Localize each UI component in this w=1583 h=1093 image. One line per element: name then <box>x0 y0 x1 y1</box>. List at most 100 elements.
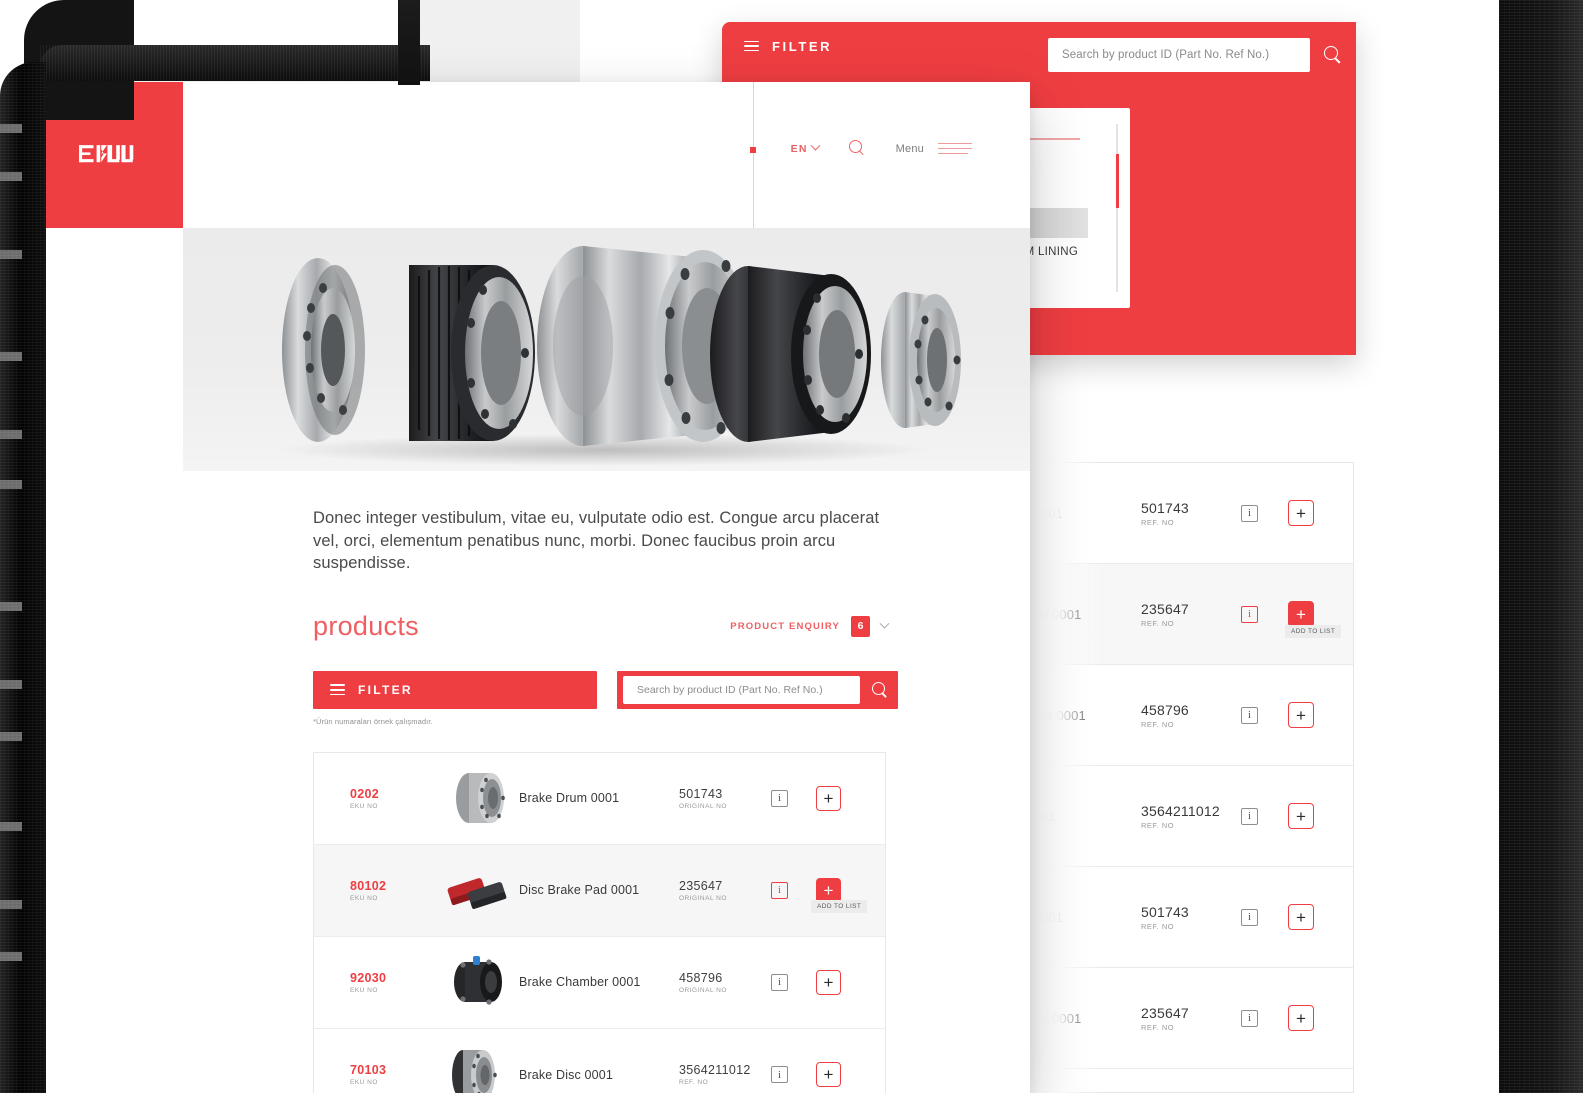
eku-number-value: 92030 <box>350 970 387 985</box>
product-row-actions: i + <box>771 1062 841 1088</box>
header-divider <box>753 82 754 228</box>
background-add-to-list-button: + <box>1288 904 1314 930</box>
hero-image <box>183 228 1030 471</box>
add-to-list-button[interactable]: + <box>816 969 841 995</box>
chevron-down-icon <box>810 140 821 151</box>
filter-panel-left-card: UM LINING <box>978 108 1130 308</box>
eku-number-value: 0202 <box>350 786 380 801</box>
add-to-list-button[interactable]: + <box>816 785 841 811</box>
background-ref-number: 235647 REF. NO <box>1141 1005 1233 1032</box>
chevron-down-icon <box>879 618 890 629</box>
product-info-button[interactable]: i <box>771 881 788 899</box>
add-to-list-button[interactable]: + <box>816 1062 841 1088</box>
left-card-scrollbar-thumb[interactable] <box>1115 154 1119 208</box>
product-eku-number: 92030 EKU NO <box>350 971 437 994</box>
background-row-actions: i + <box>1241 702 1314 728</box>
search-icon[interactable] <box>1324 46 1342 64</box>
original-number-value: 501743 <box>679 786 723 801</box>
table-row[interactable]: 80102 EKU NO Disc Brake Pad 0001 235647 ORIG… <box>314 844 885 937</box>
background-product-name: d 0001 <box>1041 606 1082 622</box>
product-thumbnail-image <box>456 773 505 824</box>
eku-number-label: EKU NO <box>350 1079 378 1087</box>
frame-left-edge <box>0 62 46 1093</box>
background-table-row: d 0001 235647 REF. NO i + <box>1031 968 1353 1069</box>
background-ref-value: 235647 <box>1141 600 1189 617</box>
background-add-to-list-button: + <box>1288 1005 1314 1031</box>
background-info-button: i <box>1241 1009 1258 1027</box>
filter-button[interactable]: FILTER <box>313 670 597 709</box>
table-row[interactable]: 92030 EKU NO Brake Chamber 0001 458796 ORIGI… <box>314 937 885 1029</box>
background-ref-label: REF. NO <box>1141 921 1175 931</box>
products-toolbar: FILTER <box>313 670 1030 709</box>
search-icon[interactable] <box>872 681 888 698</box>
frame-top-bar <box>40 45 430 81</box>
background-row-actions: i + <box>1241 1005 1314 1031</box>
search-icon[interactable] <box>848 140 866 157</box>
background-table-row: d 0001 235647 REF. NO i + ADD TO LIST <box>1031 564 1353 665</box>
original-number-label: ORIGINAL NO <box>679 986 727 994</box>
product-original-number: 3564211012 REF. NO <box>679 1063 771 1086</box>
filter-panel-label: FILTER <box>772 38 833 54</box>
product-eku-number: 70103 EKU NO <box>350 1063 437 1086</box>
background-ref-value: 235647 <box>1141 1004 1189 1021</box>
product-enquiry-label: PRODUCT ENQUIRY <box>730 620 840 632</box>
background-ref-number: 235647 REF. NO <box>1141 601 1233 628</box>
background-row-actions: i + <box>1241 904 1314 930</box>
search-input[interactable] <box>623 675 860 704</box>
hamburger-icon <box>938 142 972 155</box>
product-name: Brake Chamber 0001 <box>519 975 641 990</box>
product-row-actions: i + <box>771 785 841 811</box>
header-nav: EN Menu <box>791 140 972 157</box>
original-number-value: 3564211012 <box>679 1063 751 1078</box>
left-card-scrollbar-track[interactable] <box>1116 124 1118 292</box>
background-ref-value: 501743 <box>1141 903 1189 920</box>
background-product-name: 001 <box>1041 909 1063 925</box>
filter-panel-search[interactable]: Search by product ID (Part No. Ref No.) <box>1048 30 1348 80</box>
background-info-button: i <box>1241 807 1258 825</box>
background-add-to-list-tooltip: ADD TO LIST <box>1285 625 1342 638</box>
background-ref-label: REF. NO <box>1141 820 1175 830</box>
background-info-button: i <box>1241 504 1258 522</box>
add-to-list-tooltip: ADD TO LIST <box>811 899 868 913</box>
filter-panel-search-input[interactable]: Search by product ID (Part No. Ref No.) <box>1048 38 1310 72</box>
table-row[interactable]: 0202 EKU NO Brake Drum 0001 501743 ORIGINAL … <box>314 753 885 845</box>
hero-brake-parts-illustration <box>273 246 961 466</box>
product-enquiry-control[interactable]: PRODUCT ENQUIRY 6 <box>730 615 890 642</box>
menu-label: Menu <box>895 142 924 155</box>
product-thumbnail <box>437 954 519 1010</box>
page-description: Donec integer vestibulum, vitae eu, vulp… <box>313 509 880 573</box>
background-ref-number: 501743 REF. NO <box>1141 500 1233 527</box>
screenshot-stage: 001 501743 REF. NO i + d 0001 235647 REF. NO i + A… <box>0 0 1583 1093</box>
table-row[interactable]: 70103 EKU NO Brake Disc 0001 3564211012 REF.… <box>314 1029 885 1093</box>
product-info-button[interactable]: i <box>771 1066 788 1084</box>
filter-panel-toggle[interactable]: FILTER <box>722 22 1034 70</box>
background-product-name: 001 <box>1041 505 1063 521</box>
product-info-button[interactable]: i <box>771 789 788 807</box>
filter-hamburger-icon <box>330 684 345 696</box>
background-ref-number: 501743 REF. NO <box>1141 904 1233 931</box>
product-thumbnail <box>437 862 519 918</box>
eku-number-label: EKU NO <box>350 986 378 994</box>
background-product-table: 001 501743 REF. NO i + d 0001 235647 REF. NO i + A… <box>1030 462 1354 1093</box>
background-ref-value: 501743 <box>1141 499 1189 516</box>
product-enquiry-count-badge: 6 <box>851 615 870 637</box>
background-product-name: d 0001 <box>1041 1010 1082 1026</box>
original-number-label: ORIGINAL NO <box>679 802 727 810</box>
main-body: Donec integer vestibulum, vitae eu, vulp… <box>34 471 1030 1093</box>
background-table-row: 01 3564211012 REF. NO i + <box>1031 766 1353 867</box>
background-ref-number: 458796 REF. NO <box>1141 702 1233 729</box>
background-row-actions: i + ADD TO LIST <box>1241 601 1342 638</box>
language-selector[interactable]: EN <box>791 140 821 155</box>
product-original-number: 501743 ORIGINAL NO <box>679 787 771 810</box>
products-note: *Ürün numaraları örnek çalışmadır. <box>313 716 433 726</box>
eku-number-label: EKU NO <box>350 802 378 810</box>
background-product-name: er 0001 <box>1041 707 1086 723</box>
product-thumbnail <box>437 1047 519 1093</box>
product-info-button[interactable]: i <box>771 973 788 991</box>
original-number-value: 458796 <box>679 970 723 985</box>
product-thumbnail <box>437 770 519 826</box>
menu-button[interactable]: Menu <box>896 143 972 155</box>
frame-vertical-connector <box>398 0 420 85</box>
product-row-actions: i + <box>771 969 841 995</box>
background-row-actions: i + <box>1241 500 1314 526</box>
